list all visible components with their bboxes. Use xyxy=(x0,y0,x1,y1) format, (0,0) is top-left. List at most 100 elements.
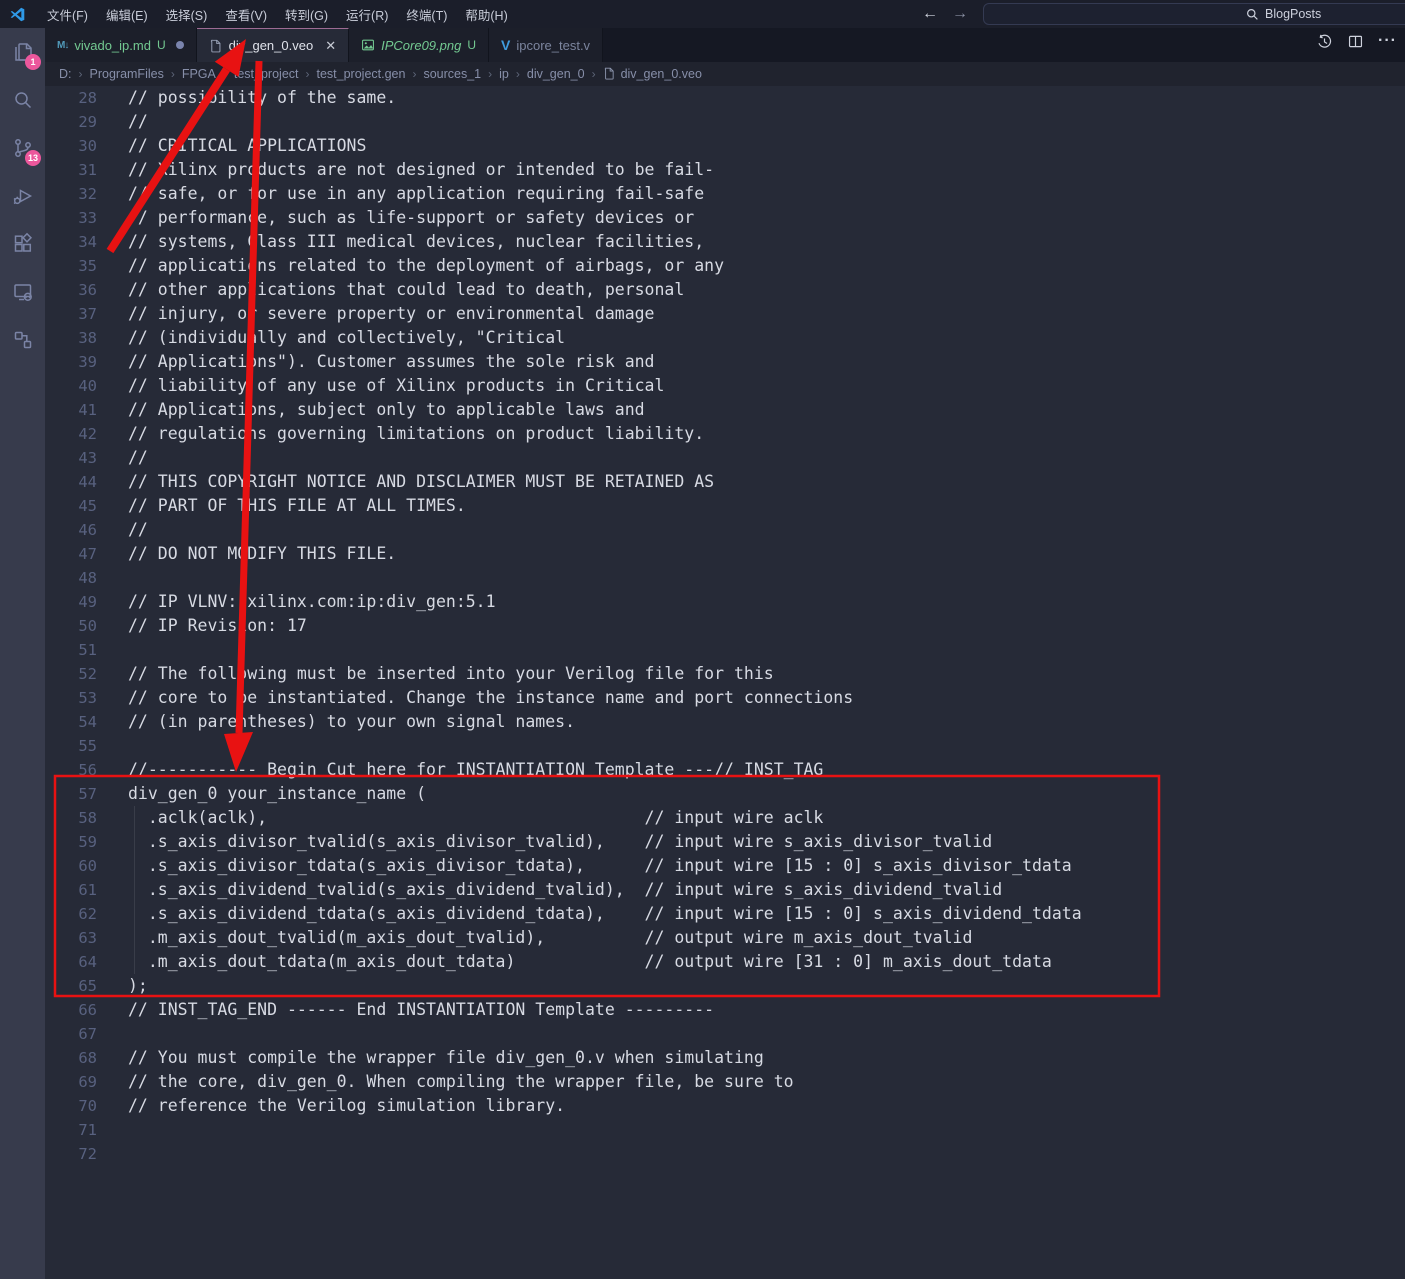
activity-bar-item-source-control[interactable]: 13 xyxy=(0,124,45,172)
tab-label: IPCore09.png xyxy=(381,38,461,53)
activity-bar-item-explorer[interactable]: 1 xyxy=(0,28,45,76)
code-line-58[interactable]: 58 .aclk(aclk), // input wire aclk xyxy=(45,806,1405,830)
line-content: // reference the Verilog simulation libr… xyxy=(97,1094,565,1118)
menu-item-0[interactable]: 文件(F) xyxy=(38,1,97,28)
line-number: 52 xyxy=(45,662,97,686)
code-line-30[interactable]: 30// CRITICAL APPLICATIONS xyxy=(45,134,1405,158)
code-line-68[interactable]: 68// You must compile the wrapper file d… xyxy=(45,1046,1405,1070)
vscode-logo-icon xyxy=(9,6,26,23)
code-line-62[interactable]: 62 .s_axis_dividend_tdata(s_axis_dividen… xyxy=(45,902,1405,926)
code-line-50[interactable]: 50// IP Revision: 17 xyxy=(45,614,1405,638)
code-line-32[interactable]: 32// safe, or for use in any application… xyxy=(45,182,1405,206)
code-line-63[interactable]: 63 .m_axis_dout_tvalid(m_axis_dout_tvali… xyxy=(45,926,1405,950)
code-line-55[interactable]: 55 xyxy=(45,734,1405,758)
menu-item-5[interactable]: 运行(R) xyxy=(337,1,397,28)
activity-bar-item-extensions[interactable] xyxy=(0,220,45,268)
breadcrumb-item-5[interactable]: sources_1 xyxy=(423,67,481,81)
code-line-41[interactable]: 41// Applications, subject only to appli… xyxy=(45,398,1405,422)
navigate-back-icon[interactable]: ← xyxy=(922,5,938,23)
code-line-56[interactable]: 56//----------- Begin Cut here for INSTA… xyxy=(45,758,1405,782)
code-line-33[interactable]: 33// performance, such as life-support o… xyxy=(45,206,1405,230)
line-content: .m_axis_dout_tvalid(m_axis_dout_tvalid),… xyxy=(97,926,972,950)
code-line-45[interactable]: 45// PART OF THIS FILE AT ALL TIMES. xyxy=(45,494,1405,518)
code-line-66[interactable]: 66// INST_TAG_END ------ End INSTANTIATI… xyxy=(45,998,1405,1022)
close-icon[interactable]: ✕ xyxy=(325,38,336,54)
line-number: 68 xyxy=(45,1046,97,1070)
breadcrumb-item-1[interactable]: ProgramFiles xyxy=(90,67,164,81)
code-line-38[interactable]: 38// (individually and collectively, "Cr… xyxy=(45,326,1405,350)
breadcrumb-item-7[interactable]: div_gen_0 xyxy=(527,67,585,81)
line-number: 67 xyxy=(45,1022,97,1046)
line-number: 57 xyxy=(45,782,97,806)
code-line-53[interactable]: 53// core to be instantiated. Change the… xyxy=(45,686,1405,710)
code-line-36[interactable]: 36// other applications that could lead … xyxy=(45,278,1405,302)
code-line-49[interactable]: 49// IP VLNV: xilinx.com:ip:div_gen:5.1 xyxy=(45,590,1405,614)
breadcrumb-item-0[interactable]: D: xyxy=(59,67,72,81)
code-line-60[interactable]: 60 .s_axis_divisor_tdata(s_axis_divisor_… xyxy=(45,854,1405,878)
code-line-59[interactable]: 59 .s_axis_divisor_tvalid(s_axis_divisor… xyxy=(45,830,1405,854)
activity-bar-item-run-debug[interactable] xyxy=(0,172,45,220)
navigate-forward-icon[interactable]: → xyxy=(952,5,968,23)
breadcrumb-item-8[interactable]: div_gen_0.veo xyxy=(603,67,702,81)
code-editor[interactable]: 28// possibility of the same.29//30// CR… xyxy=(45,86,1405,1279)
breadcrumb-item-2[interactable]: FPGA xyxy=(182,67,216,81)
line-content: // xyxy=(97,446,148,470)
code-line-48[interactable]: 48 xyxy=(45,566,1405,590)
menu-item-7[interactable]: 帮助(H) xyxy=(456,1,516,28)
activity-bar-item-custom-view[interactable] xyxy=(0,316,45,364)
code-line-72[interactable]: 72 xyxy=(45,1142,1405,1166)
code-line-71[interactable]: 71 xyxy=(45,1118,1405,1142)
line-number: 30 xyxy=(45,134,97,158)
line-number: 41 xyxy=(45,398,97,422)
line-content xyxy=(97,638,128,662)
code-line-39[interactable]: 39// Applications"). Customer assumes th… xyxy=(45,350,1405,374)
menu-item-3[interactable]: 查看(V) xyxy=(216,1,276,28)
remote-explorer-icon xyxy=(11,280,35,304)
code-line-29[interactable]: 29// xyxy=(45,110,1405,134)
breadcrumb-item-3[interactable]: test_project xyxy=(234,67,299,81)
line-content: // Applications, subject only to applica… xyxy=(97,398,645,422)
code-line-34[interactable]: 34// systems, Class III medical devices,… xyxy=(45,230,1405,254)
line-content xyxy=(97,1022,128,1046)
line-number: 40 xyxy=(45,374,97,398)
code-line-44[interactable]: 44// THIS COPYRIGHT NOTICE AND DISCLAIME… xyxy=(45,470,1405,494)
code-line-37[interactable]: 37// injury, or severe property or envir… xyxy=(45,302,1405,326)
code-line-47[interactable]: 47// DO NOT MODIFY THIS FILE. xyxy=(45,542,1405,566)
code-line-52[interactable]: 52// The following must be inserted into… xyxy=(45,662,1405,686)
menu-item-6[interactable]: 终端(T) xyxy=(397,1,456,28)
tab-IPCore09-png[interactable]: IPCore09.pngU xyxy=(349,28,489,62)
code-line-31[interactable]: 31// Xilinx products are not designed or… xyxy=(45,158,1405,182)
breadcrumb-item-4[interactable]: test_project.gen xyxy=(317,67,406,81)
breadcrumb-item-6[interactable]: ip xyxy=(499,67,509,81)
code-line-69[interactable]: 69// the core, div_gen_0. When compiling… xyxy=(45,1070,1405,1094)
command-search-box[interactable]: BlogPosts xyxy=(983,3,1405,25)
code-line-51[interactable]: 51 xyxy=(45,638,1405,662)
code-line-67[interactable]: 67 xyxy=(45,1022,1405,1046)
activity-bar-item-remote-explorer[interactable] xyxy=(0,268,45,316)
code-line-61[interactable]: 61 .s_axis_dividend_tvalid(s_axis_divide… xyxy=(45,878,1405,902)
tab-div_gen_0-veo[interactable]: div_gen_0.veo✕ xyxy=(197,28,349,62)
code-line-28[interactable]: 28// possibility of the same. xyxy=(45,86,1405,110)
activity-bar-item-search[interactable] xyxy=(0,76,45,124)
code-line-43[interactable]: 43// xyxy=(45,446,1405,470)
code-line-42[interactable]: 42// regulations governing limitations o… xyxy=(45,422,1405,446)
code-line-54[interactable]: 54// (in parentheses) to your own signal… xyxy=(45,710,1405,734)
split-editor-icon[interactable] xyxy=(1347,33,1364,50)
code-line-64[interactable]: 64 .m_axis_dout_tdata(m_axis_dout_tdata)… xyxy=(45,950,1405,974)
code-line-70[interactable]: 70// reference the Verilog simulation li… xyxy=(45,1094,1405,1118)
more-actions-icon[interactable]: ··· xyxy=(1378,32,1397,50)
menu-item-2[interactable]: 选择(S) xyxy=(157,1,217,28)
line-content: // Xilinx products are not designed or i… xyxy=(97,158,714,182)
tab-ipcore_test-v[interactable]: Vipcore_test.v xyxy=(489,28,603,62)
code-line-65[interactable]: 65); xyxy=(45,974,1405,998)
code-line-46[interactable]: 46// xyxy=(45,518,1405,542)
tab-vivado_ip-md[interactable]: M↓vivado_ip.mdU xyxy=(45,28,197,62)
code-line-35[interactable]: 35// applications related to the deploym… xyxy=(45,254,1405,278)
menu-item-1[interactable]: 编辑(E) xyxy=(97,1,157,28)
line-number: 46 xyxy=(45,518,97,542)
code-line-40[interactable]: 40// liability of any use of Xilinx prod… xyxy=(45,374,1405,398)
timeline-history-icon[interactable] xyxy=(1316,33,1333,50)
code-line-57[interactable]: 57div_gen_0 your_instance_name ( xyxy=(45,782,1405,806)
line-number: 53 xyxy=(45,686,97,710)
menu-item-4[interactable]: 转到(G) xyxy=(276,1,337,28)
